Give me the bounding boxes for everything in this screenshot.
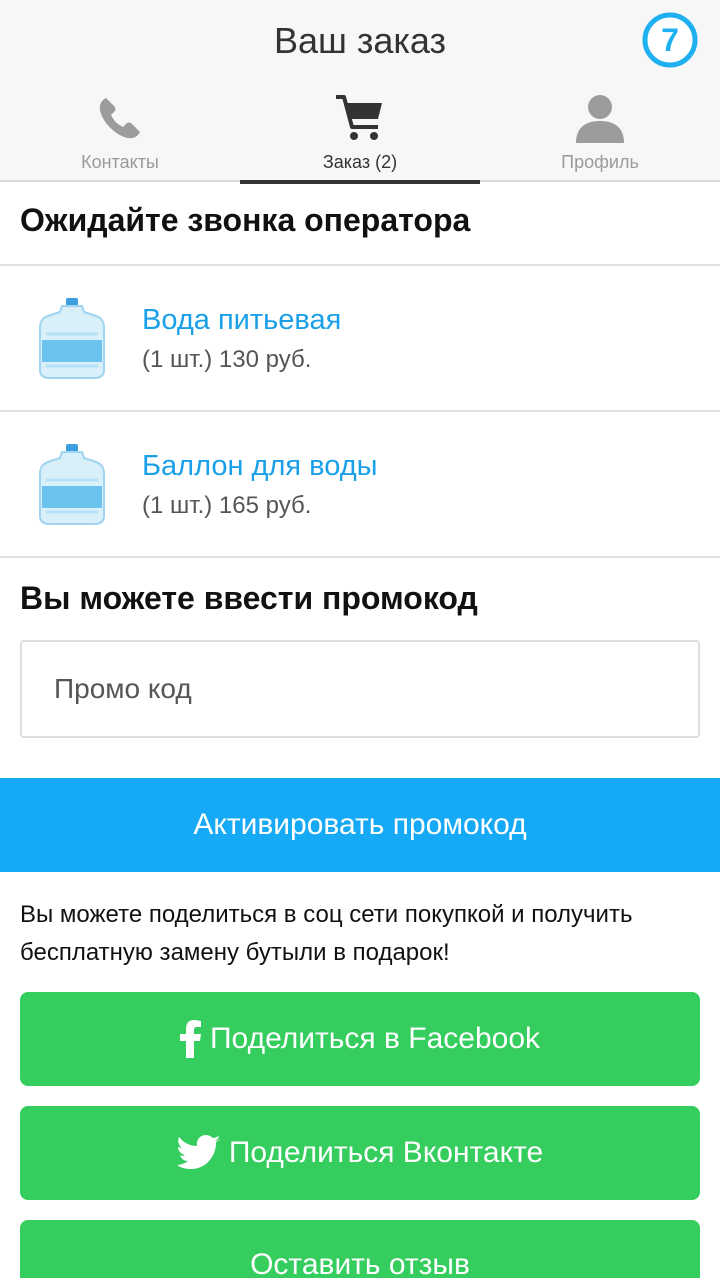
- twitter-icon: [176, 1135, 221, 1171]
- tab-order[interactable]: Заказ (2): [240, 86, 480, 184]
- phone-icon: [90, 90, 150, 146]
- share-facebook-label: Поделиться в Facebook: [209, 1022, 540, 1055]
- tab-order-label: Заказ (2): [322, 152, 398, 172]
- item-quantity-price: (1 шт.) 130 руб.: [142, 346, 312, 373]
- cart-icon: [330, 90, 390, 146]
- tab-profile[interactable]: Профиль: [480, 86, 720, 182]
- item-quantity-price: (1 шт.) 165 руб.: [142, 492, 312, 519]
- tab-contacts-label: Контакты: [81, 152, 159, 172]
- water-bottle-icon: [32, 296, 112, 380]
- tab-contacts[interactable]: Контакты: [0, 86, 240, 182]
- water-bottle-icon: [32, 442, 112, 526]
- order-item[interactable]: Вода питьевая (1 шт.) 130 руб.: [0, 266, 720, 410]
- share-info-text: Вы можете поделиться в соц сети покупкой…: [20, 901, 633, 966]
- badge-number: 7: [661, 22, 679, 58]
- page-title: Ваш заказ: [273, 20, 447, 61]
- item-name[interactable]: Баллон для воды: [142, 450, 377, 483]
- share-vk-label: Поделиться Вконтакте: [228, 1136, 544, 1169]
- order-item[interactable]: Баллон для воды (1 шт.) 165 руб.: [0, 412, 720, 556]
- app-logo-badge[interactable]: 7: [640, 12, 700, 68]
- order-status-heading: Ожидайте звонка оператора: [20, 202, 471, 238]
- tab-bar: Контакты Заказ (2) Профиль: [0, 86, 720, 184]
- facebook-icon: [179, 1020, 202, 1058]
- item-name[interactable]: Вода питьевая: [142, 304, 341, 337]
- app-header: Ваш заказ 7 Контакты Заказ (2) Профиль: [0, 0, 720, 184]
- divider: [0, 556, 720, 558]
- tab-profile-label: Профиль: [561, 152, 639, 172]
- share-facebook-button[interactable]: Поделиться в Facebook: [20, 992, 700, 1086]
- activate-promo-button[interactable]: Активировать промокод: [0, 778, 720, 872]
- share-vk-button[interactable]: Поделиться Вконтакте: [20, 1106, 700, 1200]
- person-icon: [570, 90, 630, 146]
- leave-review-button[interactable]: Оставить отзыв: [20, 1220, 700, 1278]
- promo-code-input[interactable]: [20, 640, 700, 738]
- promo-heading: Вы можете ввести промокод: [20, 580, 478, 616]
- leave-review-label: Оставить отзыв: [250, 1248, 470, 1278]
